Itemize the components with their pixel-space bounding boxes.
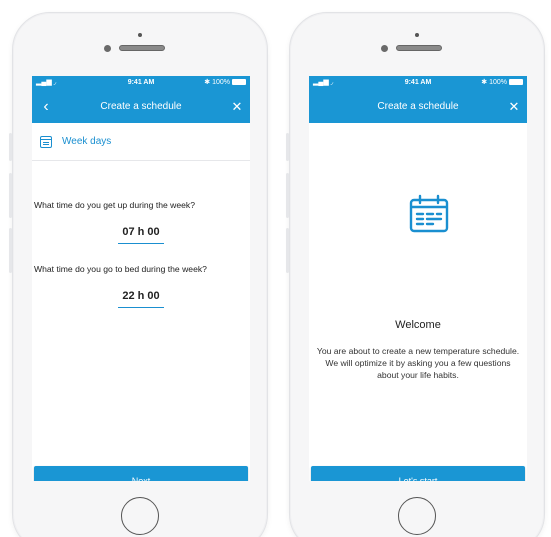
- battery-indicator: ✱ 100%: [204, 76, 246, 90]
- question-wake-time: What time do you get up during the week?: [34, 200, 195, 210]
- status-bar: ▂▄▆ ◞ 9:41 AM ✱ 100%: [309, 76, 527, 90]
- battery-label: ✱ 100%: [481, 79, 507, 86]
- welcome-text: You are about to create a new temperatur…: [316, 346, 520, 380]
- bed-time-underline: [118, 307, 164, 308]
- section-header-week-days: Week days: [32, 123, 250, 161]
- nav-row: Create a schedule ✕: [309, 90, 527, 123]
- phone-speaker: [119, 45, 165, 51]
- home-button[interactable]: [398, 497, 436, 535]
- phone-sensor: [381, 45, 388, 52]
- phone-left: ▂▄▆ ◞ 9:41 AM ✱ 100% ‹ Create a schedule…: [9, 12, 268, 537]
- battery-icon: [232, 79, 246, 86]
- phone-side-button: [9, 173, 12, 218]
- battery-indicator: ✱ 100%: [481, 76, 523, 90]
- home-button[interactable]: [121, 497, 159, 535]
- battery-icon: [509, 79, 523, 86]
- top-bar: ▂▄▆ ◞ 9:41 AM ✱ 100% Create a schedule ✕: [309, 76, 527, 123]
- nav-row: ‹ Create a schedule ✕: [32, 90, 250, 123]
- wake-time-field[interactable]: 07 h 00: [32, 226, 250, 238]
- phone-side-button: [286, 228, 289, 273]
- top-bar: ▂▄▆ ◞ 9:41 AM ✱ 100% ‹ Create a schedule…: [32, 76, 250, 123]
- calendar-icon: [409, 194, 449, 233]
- question-bed-time: What time do you go to bed during the we…: [34, 264, 207, 274]
- phone-camera: [138, 33, 142, 37]
- close-icon[interactable]: ✕: [230, 90, 244, 123]
- screen-left: ▂▄▆ ◞ 9:41 AM ✱ 100% ‹ Create a schedule…: [32, 76, 250, 481]
- phone-camera: [415, 33, 419, 37]
- section-label: Week days: [62, 136, 112, 147]
- phone-sensor: [104, 45, 111, 52]
- close-icon[interactable]: ✕: [507, 90, 521, 123]
- next-button[interactable]: Next: [34, 466, 248, 481]
- wake-time-underline: [118, 243, 164, 244]
- status-bar: ▂▄▆ ◞ 9:41 AM ✱ 100%: [32, 76, 250, 90]
- calendar-icon: [40, 135, 52, 148]
- phone-right: ▂▄▆ ◞ 9:41 AM ✱ 100% Create a schedule ✕: [286, 12, 545, 537]
- screen-right: ▂▄▆ ◞ 9:41 AM ✱ 100% Create a schedule ✕: [309, 76, 527, 481]
- phone-side-button: [9, 228, 12, 273]
- page-title: Create a schedule: [100, 101, 182, 112]
- phone-side-button: [9, 133, 12, 161]
- phone-side-button: [286, 133, 289, 161]
- page-title: Create a schedule: [377, 101, 459, 112]
- battery-label: ✱ 100%: [204, 79, 230, 86]
- phone-side-button: [286, 173, 289, 218]
- lets-start-button[interactable]: Let's start: [311, 466, 525, 481]
- welcome-title: Welcome: [395, 319, 441, 331]
- phone-speaker: [396, 45, 442, 51]
- bed-time-field[interactable]: 22 h 00: [32, 290, 250, 302]
